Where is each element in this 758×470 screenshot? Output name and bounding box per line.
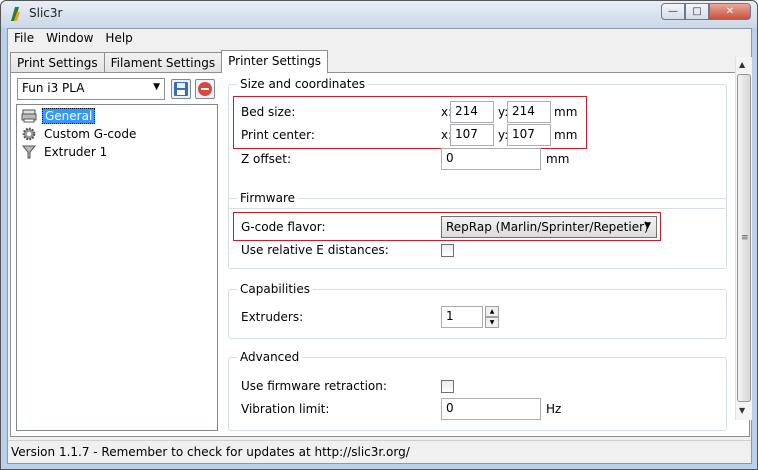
save-preset-button[interactable] (171, 79, 191, 99)
menu-file[interactable]: File (8, 29, 40, 49)
status-bar: Version 1.1.7 - Remember to check for up… (8, 440, 751, 463)
maximize-button[interactable]: □ (685, 3, 709, 20)
minimize-button[interactable]: — (661, 3, 685, 20)
delete-icon (198, 82, 212, 96)
settings-content: Size and coordinates Bed size: x: 214 y:… (226, 74, 736, 436)
tab-print-settings[interactable]: Print Settings (10, 52, 105, 73)
tree-item-custom-gcode[interactable]: Custom G-code (21, 126, 138, 142)
spin-up-icon[interactable]: ▲ (485, 306, 499, 317)
vertical-scrollbar[interactable]: ▲ ≡ ▼ (735, 57, 752, 420)
settings-tree: General Custom G-code Extruder 1 (16, 104, 218, 431)
save-icon (174, 82, 188, 96)
tree-label-custom-gcode: Custom G-code (44, 127, 137, 141)
vibration-limit-label: Vibration limit: (241, 402, 330, 416)
bed-size-label: Bed size: (241, 105, 296, 119)
printer-icon (21, 109, 37, 123)
window-title: Slic3r (29, 6, 63, 20)
gear-icon (22, 127, 36, 141)
tab-printer-settings[interactable]: Printer Settings (221, 50, 329, 73)
close-button[interactable]: ✕ (709, 3, 751, 20)
delete-preset-button[interactable] (195, 79, 215, 99)
group-title-capabilities: Capabilities (237, 282, 313, 296)
extruders-input[interactable]: 1 (441, 306, 483, 328)
scroll-up-icon[interactable]: ▲ (739, 60, 745, 69)
preset-dropdown[interactable]: Fun i3 PLA ▼ (17, 78, 165, 100)
gcode-flavor-label: G-code flavor: (241, 220, 326, 234)
menu-window[interactable]: Window (40, 29, 99, 49)
scroll-down-icon[interactable]: ▼ (739, 406, 745, 415)
center-y-input[interactable]: 107 (507, 124, 551, 146)
extruders-label: Extruders: (241, 310, 304, 324)
chevron-down-icon: ▼ (644, 221, 651, 231)
vibration-limit-unit: Hz (546, 402, 562, 416)
gcode-flavor-value: RepRap (Marlin/Sprinter/Repetier) (446, 220, 649, 234)
center-x-input[interactable]: 107 (450, 124, 494, 146)
print-center-label: Print center: (241, 128, 315, 142)
app-window: Slic3r — □ ✕ File Window Help Print Sett… (0, 0, 758, 470)
spin-down-icon[interactable]: ▼ (485, 317, 499, 328)
grip-icon: ≡ (741, 233, 749, 243)
title-bar[interactable]: Slic3r — □ ✕ (1, 1, 757, 28)
bed-x-input[interactable]: 214 (450, 101, 494, 123)
tree-label-general: General (42, 108, 96, 124)
gcode-flavor-dropdown[interactable]: RepRap (Marlin/Sprinter/Repetier) ▼ (441, 216, 657, 238)
menu-bar: File Window Help (8, 29, 751, 49)
group-title-firmware: Firmware (237, 191, 298, 205)
z-offset-unit: mm (546, 152, 570, 166)
firmware-retraction-checkbox[interactable] (441, 380, 454, 393)
tree-label-extruder-1: Extruder 1 (44, 145, 108, 159)
scroll-thumb[interactable]: ≡ (737, 74, 751, 402)
funnel-icon (21, 145, 37, 159)
extruders-spinner[interactable]: ▲ ▼ (485, 306, 499, 328)
status-text: Version 1.1.7 - Remember to check for up… (11, 445, 410, 459)
printer-settings-panel: Fun i3 PLA ▼ General Custom G-code Extru… (10, 72, 750, 437)
center-unit: mm (554, 128, 578, 142)
tab-filament-settings[interactable]: Filament Settings (103, 52, 223, 73)
chevron-down-icon: ▼ (153, 82, 160, 92)
preset-value: Fun i3 PLA (22, 81, 85, 95)
slic3r-logo-icon (11, 7, 20, 21)
tab-strip: Print Settings Filament Settings Printer… (10, 50, 329, 73)
firmware-retraction-label: Use firmware retraction: (241, 379, 387, 393)
bed-unit: mm (554, 105, 578, 119)
vibration-limit-input[interactable]: 0 (441, 398, 541, 420)
client-area: File Window Help Print Settings Filament… (7, 28, 752, 464)
tree-item-extruder-1[interactable]: Extruder 1 (21, 144, 109, 160)
menu-help[interactable]: Help (99, 29, 138, 49)
z-offset-input[interactable]: 0 (441, 148, 541, 170)
relative-e-label: Use relative E distances: (241, 243, 389, 257)
relative-e-checkbox[interactable] (441, 244, 454, 257)
group-title-size: Size and coordinates (237, 77, 369, 91)
group-title-advanced: Advanced (237, 350, 303, 364)
bed-y-input[interactable]: 214 (507, 101, 551, 123)
tree-item-general[interactable]: General (21, 108, 96, 124)
z-offset-label: Z offset: (241, 152, 292, 166)
